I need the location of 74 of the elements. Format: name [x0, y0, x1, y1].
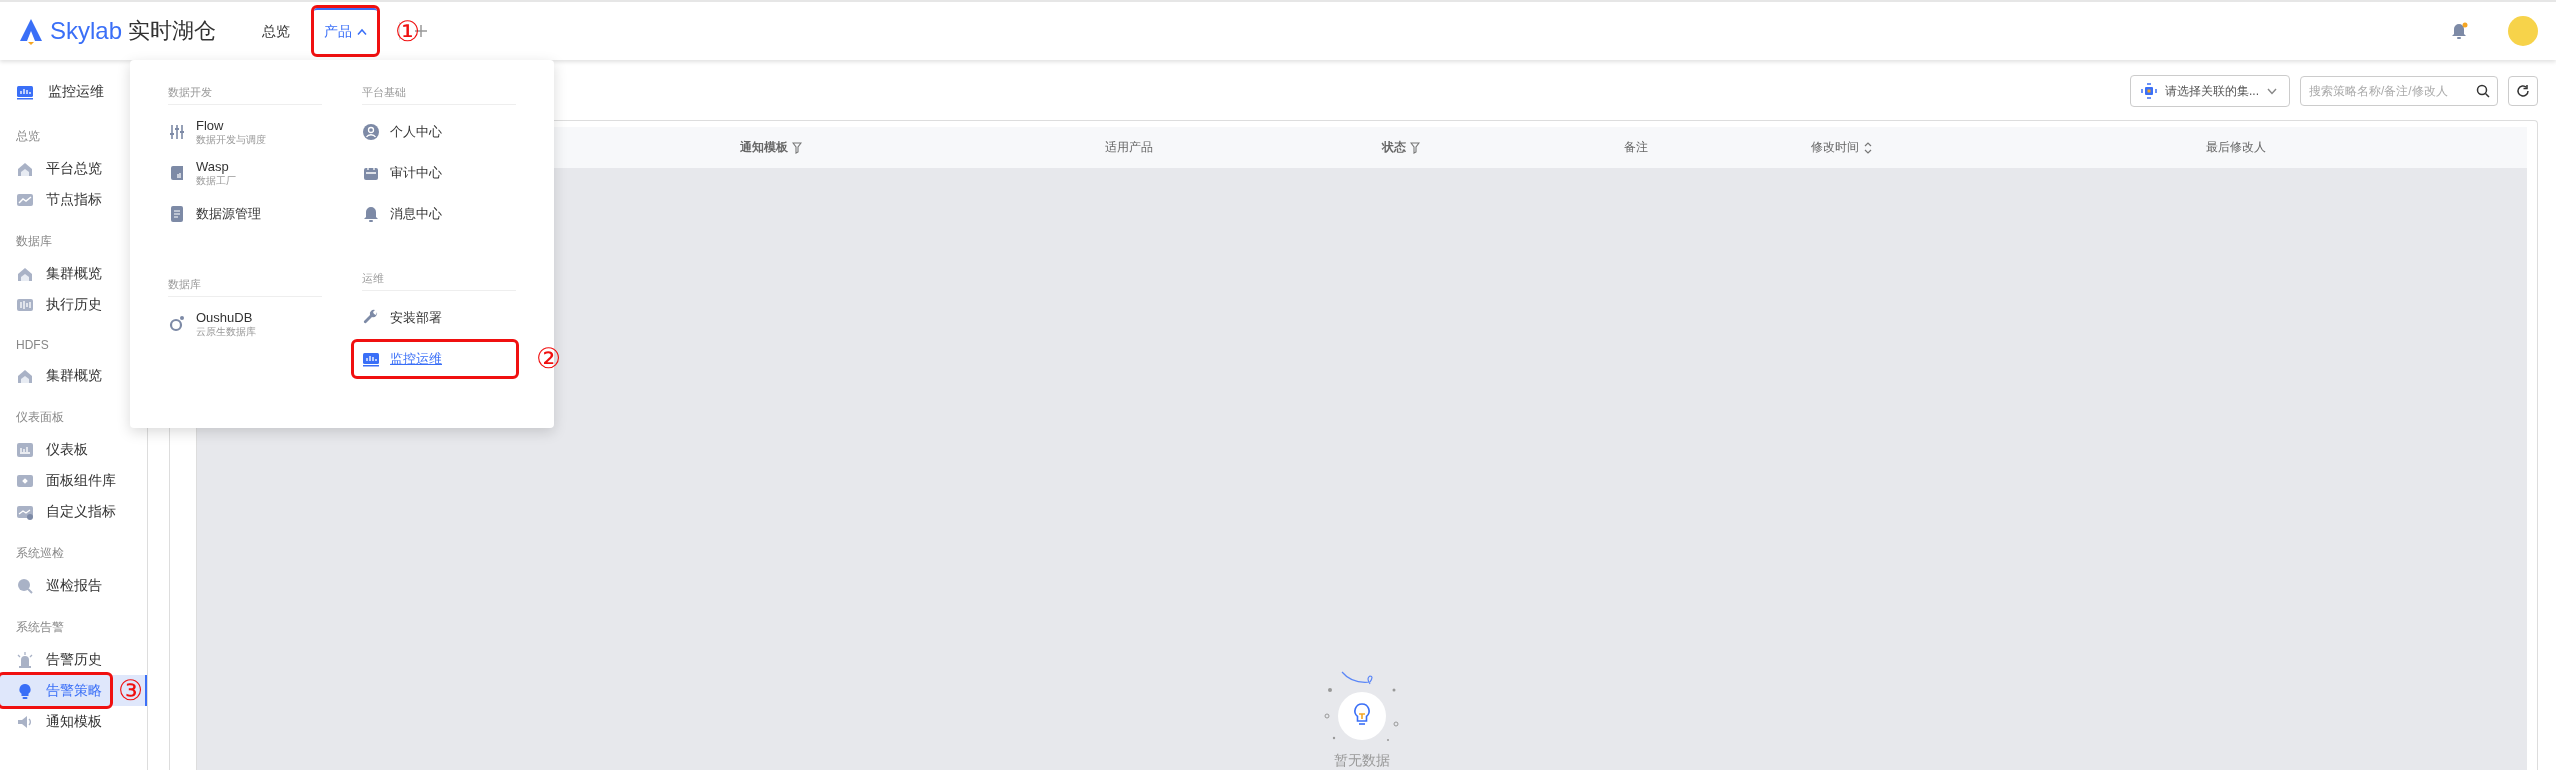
column-header: 备注: [1623, 139, 1649, 156]
annotation-number: ①: [395, 18, 421, 46]
bar-chart-icon: [16, 440, 34, 459]
user-icon: [362, 123, 380, 141]
sidebar-group-label: 仪表面板: [15, 409, 65, 426]
search-field[interactable]: 搜索策略名称/备注/修改人: [2300, 76, 2498, 106]
menu-item-title: OushuDB: [196, 309, 254, 325]
sidebar-group-label: 系统告警: [15, 619, 65, 636]
menu-item[interactable]: 数据源管理: [168, 197, 322, 231]
sidebar-group-label: 总览: [15, 128, 41, 145]
sort-icon[interactable]: [1863, 140, 1873, 155]
sidebar-group-label: 数据库: [15, 233, 53, 250]
monitor-chart-icon: [362, 350, 380, 368]
sidebar-item[interactable]: 面板组件库: [0, 465, 124, 496]
annotation-number: ②: [536, 345, 562, 373]
cluster-icon: [2141, 83, 2157, 99]
logo-icon: [18, 17, 44, 45]
menu-item-subtitle: 云原生数据库: [196, 324, 256, 339]
menu-item[interactable]: 安装部署: [362, 301, 516, 335]
bell-icon[interactable]: [2450, 22, 2468, 40]
column-header: 最后修改人: [2205, 139, 2267, 156]
menu-item[interactable]: 审计中心: [362, 156, 516, 190]
column-header[interactable]: 修改时间: [1761, 127, 2156, 168]
refresh-button[interactable]: [2508, 76, 2538, 106]
sidebar-item[interactable]: 巡检报告: [0, 570, 110, 601]
bell-icon: [362, 205, 380, 223]
sliders-icon: [168, 123, 186, 141]
document-icon: [168, 205, 186, 223]
sidebar-item[interactable]: 仪表板: [0, 434, 110, 465]
menu-group-title: 数据库: [168, 272, 322, 297]
menu-item-subtitle: 数据工厂: [196, 174, 236, 188]
column-header[interactable]: 状态: [1291, 127, 1511, 168]
annotation-number: ③: [118, 676, 144, 705]
nav-tab[interactable]: 总览: [252, 8, 301, 54]
filter-icon[interactable]: [1410, 141, 1420, 154]
menu-group-title: 运维: [362, 266, 516, 291]
sidebar-item[interactable]: 告警历史: [0, 644, 110, 675]
menu-item[interactable]: Wasp 数据工厂: [168, 156, 322, 190]
magnifier-icon: [16, 576, 34, 595]
refresh-icon: [2516, 84, 2530, 98]
monitor-chart-icon: [16, 83, 34, 101]
column-header: 适用产品: [1103, 139, 1154, 156]
sidebar-item[interactable]: 节点指标: [0, 184, 110, 215]
chevron-down-icon: [2267, 87, 2277, 95]
sidebar-group-label: HDFS: [15, 338, 50, 352]
menu-item-subtitle: 数据开发与调度: [196, 132, 266, 147]
menu-item[interactable]: 个人中心: [362, 115, 516, 149]
sidebar-item[interactable]: 集群概览: [0, 258, 110, 289]
menu-item[interactable]: 消息中心: [362, 197, 516, 231]
sidebar-item[interactable]: 自定义指标: [0, 496, 124, 527]
sidebar-item[interactable]: 平台总览: [0, 153, 110, 184]
cluster-select[interactable]: 请选择关联的集...: [2130, 75, 2290, 107]
menu-group-title: 平台基础: [362, 80, 516, 105]
sidebar-title: 监控运维: [48, 83, 104, 101]
select-placeholder: 请选择关联的集...: [2165, 82, 2259, 100]
sidebar-item[interactable]: 执行历史: [0, 289, 110, 320]
bulb-icon: [16, 681, 34, 700]
brand-name: Skylab: [50, 17, 123, 45]
column-header[interactable]: 通知模板: [576, 127, 966, 168]
menu-item[interactable]: Flow 数据开发与调度: [168, 115, 322, 149]
menu-group-title: 数据开发: [168, 80, 322, 105]
menu-item-title: Wasp: [196, 158, 230, 174]
sidebar-item[interactable]: 集群概览: [0, 360, 110, 391]
filter-icon[interactable]: [792, 141, 802, 154]
sidebar-item[interactable]: 通知模板: [0, 706, 110, 737]
book-icon: [168, 164, 186, 182]
menu-item-title: Flow: [196, 117, 225, 133]
sidebar-group-label: 系统巡检: [15, 545, 65, 562]
menu-item[interactable]: OushuDB 云原生数据库: [168, 307, 322, 341]
product-name: 实时湖仓: [128, 17, 217, 45]
empty-message: 暂无数据: [1334, 752, 1390, 770]
siren-icon: [16, 650, 34, 669]
ring-icon: [168, 315, 186, 333]
search-icon: [2476, 84, 2490, 98]
